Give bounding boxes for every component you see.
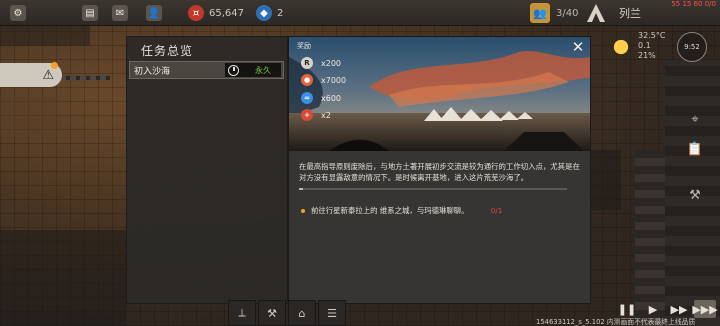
close-button[interactable]: ✕ (571, 40, 585, 55)
reward-item: ● x7000 (301, 74, 346, 86)
quest-objective[interactable]: 前往行星新泰拉上的 维系之城，与玛德琳聊聊。 0/1 (301, 205, 502, 216)
player-name: 列兰 (619, 7, 641, 20)
faction-logo-icon (585, 2, 607, 24)
menu-button[interactable]: ⚙ (10, 4, 26, 22)
token-counter[interactable]: ◆ 2 (256, 4, 283, 22)
objective-progress: 0/1 (490, 206, 503, 215)
food-icon: ● (301, 74, 313, 86)
objective-text: 前往行星新泰拉上的 维系之城，与玛德琳聊聊。 (311, 206, 469, 215)
coin-counter[interactable]: ¤ 65,647 (188, 4, 244, 22)
quest-artwork: 奖励 R x200 ● x7000 ≈ x600 + x2 (289, 37, 590, 151)
population-icon: 👥 (530, 3, 550, 23)
population-counter[interactable]: 👥 3/40 (530, 3, 578, 23)
settings-icon: ⚙ (10, 5, 26, 21)
quest-description: 在最高指导原则废除后，与地方土著开展初步交流是较为通行的工作切入点，尤其是在对方… (299, 162, 580, 182)
reward-item: + x2 (301, 109, 331, 121)
warning-icon: ⚠ (42, 67, 54, 83)
reward-item: R x200 (301, 57, 341, 69)
medkit-icon: + (301, 109, 313, 121)
temperature-value: 32.5°C (638, 31, 666, 40)
tool-button[interactable]: ☰ (318, 300, 346, 326)
reward-label: 奖励 (297, 42, 311, 50)
token-value: 2 (277, 7, 284, 19)
task-item[interactable]: 初入沙海 永久 (129, 61, 284, 79)
fastest-button[interactable]: ▶▶▶ (692, 300, 718, 318)
mail-button[interactable]: ✉ (112, 4, 128, 22)
time-clock: 9:52 (677, 32, 707, 62)
top-right-clock: 55 15 60 0/0 (671, 0, 716, 8)
reward-item: ≈ x600 (301, 92, 341, 104)
reward-amount: x600 (321, 93, 342, 103)
task-detail-panel: 奖励 R x200 ● x7000 ≈ x600 + x2 ✕ 在最高指导原则废… (288, 36, 591, 304)
water-icon: ≈ (301, 92, 313, 104)
coin-icon: ¤ (188, 5, 204, 21)
version-text: 154633112_s_5.102 内测画面不代表最终上线品质 (536, 318, 696, 326)
objective-bullet (301, 208, 305, 213)
task-name: 初入沙海 (134, 66, 171, 77)
reputation-icon: R (301, 57, 313, 69)
task-panel-title: 任务总览 (141, 44, 194, 58)
mail-icon: ✉ (112, 5, 128, 21)
top-hud: ⚙ ▤ ✉ 👤 ¤ 65,647 ◆ 2 👥 3/40 列兰 55 15 60 … (0, 0, 720, 26)
reward-amount: x200 (321, 58, 342, 68)
tool-button[interactable]: ⚒ (258, 300, 286, 326)
bottom-toolbar: ⟂ ⚒ ⌂ ☰ (228, 300, 346, 326)
task-duration: 永久 (225, 63, 281, 77)
sun-icon (607, 33, 635, 61)
alert-tab[interactable]: ⚠ (0, 62, 62, 87)
reward-amount: x7000 (321, 75, 347, 85)
wind-value: 0.1 (638, 41, 651, 50)
profile-button[interactable]: 👤 (146, 4, 162, 22)
chat-icon: ▤ (82, 5, 98, 21)
divider (299, 188, 567, 190)
notification-dot (51, 62, 58, 69)
reward-amount: x2 (321, 110, 331, 120)
task-duration-value: 永久 (255, 65, 271, 75)
coin-value: 65,647 (209, 7, 244, 19)
clock-icon (228, 64, 239, 76)
tool-button[interactable]: ⌂ (288, 300, 316, 326)
population-value: 3/40 (556, 7, 579, 19)
profile-icon: 👤 (146, 5, 162, 21)
target-icon[interactable]: ⌖ (687, 110, 703, 128)
tool-button[interactable]: ⟂ (228, 300, 256, 326)
clipboard-icon[interactable]: 📋 (687, 140, 703, 158)
task-overview-panel: 任务总览 初入沙海 永久 (126, 36, 288, 304)
build-icon[interactable]: ⚒ (687, 186, 703, 204)
chat-button[interactable]: ▤ (82, 4, 98, 22)
token-icon: ◆ (256, 5, 272, 21)
weather-widget[interactable]: 32.5°C 0.1 21% 9:52 (607, 30, 718, 64)
humidity-value: 21% (638, 51, 656, 60)
